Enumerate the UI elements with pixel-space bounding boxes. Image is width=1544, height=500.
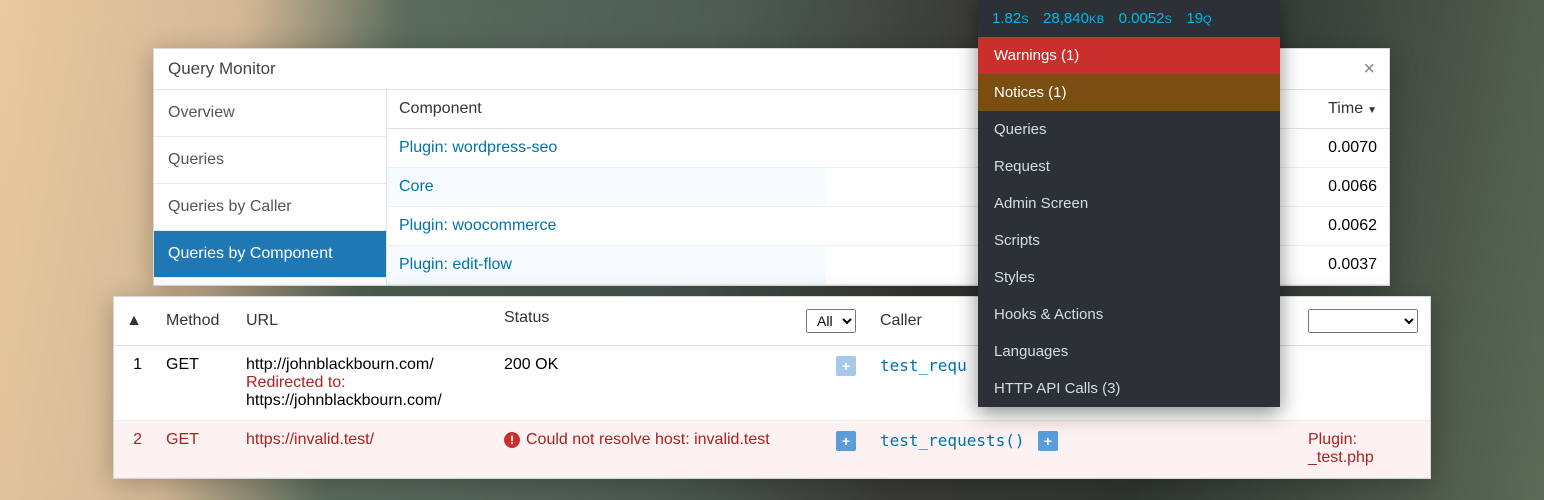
status-text: 200 OK (504, 356, 558, 373)
sort-icon: ▼ (1367, 105, 1377, 116)
cell-method: GET (154, 346, 234, 421)
caller-fn[interactable]: test_requests() (880, 431, 1025, 450)
component-filter-select[interactable] (1308, 309, 1418, 333)
request-url: https://invalid.test/ (246, 431, 480, 449)
col-status[interactable]: Status All (492, 297, 868, 346)
status-filter-select[interactable]: All (806, 309, 856, 333)
sidebar-item-queries-by-component[interactable]: Queries by Component (154, 231, 386, 278)
component-link[interactable]: Core (399, 178, 434, 195)
cell-time: 0.0037 (1279, 246, 1389, 285)
adminbar-item[interactable]: Warnings (1) (978, 37, 1280, 74)
redirect-url: https://johnblackbourn.com/ (246, 392, 480, 410)
component-link[interactable]: Plugin: woocommerce (399, 217, 556, 234)
caller-fn[interactable]: test_requ (880, 356, 967, 375)
cell-status: ! Could not resolve host: invalid.test + (492, 421, 868, 478)
error-icon: ! (504, 432, 520, 448)
adminbar-stats[interactable]: 1.82S 28,840KB 0.0052S 19Q (978, 0, 1280, 37)
col-component-select[interactable] (1296, 297, 1430, 346)
col-component[interactable]: Component (387, 90, 826, 129)
col-url[interactable]: URL (234, 297, 492, 346)
redirect-label: Redirected to: (246, 374, 480, 392)
expand-button[interactable]: + (836, 356, 856, 376)
cell-component (1296, 346, 1430, 421)
col-method[interactable]: Method (154, 297, 234, 346)
cell-url: http://johnblackbourn.com/Redirected to:… (234, 346, 492, 421)
adminbar-dropdown: 1.82S 28,840KB 0.0052S 19Q Warnings (1)N… (978, 0, 1280, 407)
adminbar-item[interactable]: Scripts (978, 222, 1280, 259)
expand-button[interactable]: + (1038, 431, 1058, 451)
cell-time: 0.0062 (1279, 207, 1389, 246)
component-name: Plugin: _test.php (1308, 431, 1374, 466)
panel-sidebar: Overview Queries Queries by Caller Queri… (154, 90, 387, 285)
row-number: 1 (114, 346, 154, 421)
cell-url: https://invalid.test/ (234, 421, 492, 478)
cell-method: GET (154, 421, 234, 478)
status-text: Could not resolve host: invalid.test (526, 431, 770, 448)
adminbar-item[interactable]: Styles (978, 259, 1280, 296)
adminbar-item[interactable]: Hooks & Actions (978, 296, 1280, 333)
adminbar-item[interactable]: Request (978, 148, 1280, 185)
sidebar-item-queries[interactable]: Queries (154, 137, 386, 184)
adminbar-item[interactable]: HTTP API Calls (3) (978, 370, 1280, 407)
stat-queries: 19Q (1186, 10, 1212, 27)
col-sort[interactable]: ▲ (114, 297, 154, 346)
cell-caller: test_requests() + (868, 421, 1296, 478)
adminbar-item[interactable]: Languages (978, 333, 1280, 370)
expand-button[interactable]: + (836, 431, 856, 451)
sidebar-item-queries-by-caller[interactable]: Queries by Caller (154, 184, 386, 231)
component-link[interactable]: Plugin: wordpress-seo (399, 139, 557, 156)
row-number: 2 (114, 421, 154, 478)
stat-dbtime: 0.0052S (1119, 10, 1173, 27)
component-link[interactable]: Plugin: edit-flow (399, 256, 512, 273)
cell-status: 200 OK + (492, 346, 868, 421)
adminbar-item[interactable]: Admin Screen (978, 185, 1280, 222)
close-icon[interactable]: × (1363, 59, 1375, 79)
cell-time: 0.0070 (1279, 129, 1389, 168)
cell-component: Plugin: _test.php (1296, 421, 1430, 478)
stat-time: 1.82S (992, 10, 1029, 27)
table-row: 2 GET https://invalid.test/ ! Could not r… (114, 421, 1430, 478)
panel-title: Query Monitor (168, 59, 276, 79)
stat-memory: 28,840KB (1043, 10, 1105, 27)
request-url: http://johnblackbourn.com/ (246, 356, 480, 374)
col-time[interactable]: Time▼ (1279, 90, 1389, 129)
cell-time: 0.0066 (1279, 168, 1389, 207)
sidebar-item-overview[interactable]: Overview (154, 90, 386, 137)
adminbar-item[interactable]: Notices (1) (978, 74, 1280, 111)
adminbar-item[interactable]: Queries (978, 111, 1280, 148)
